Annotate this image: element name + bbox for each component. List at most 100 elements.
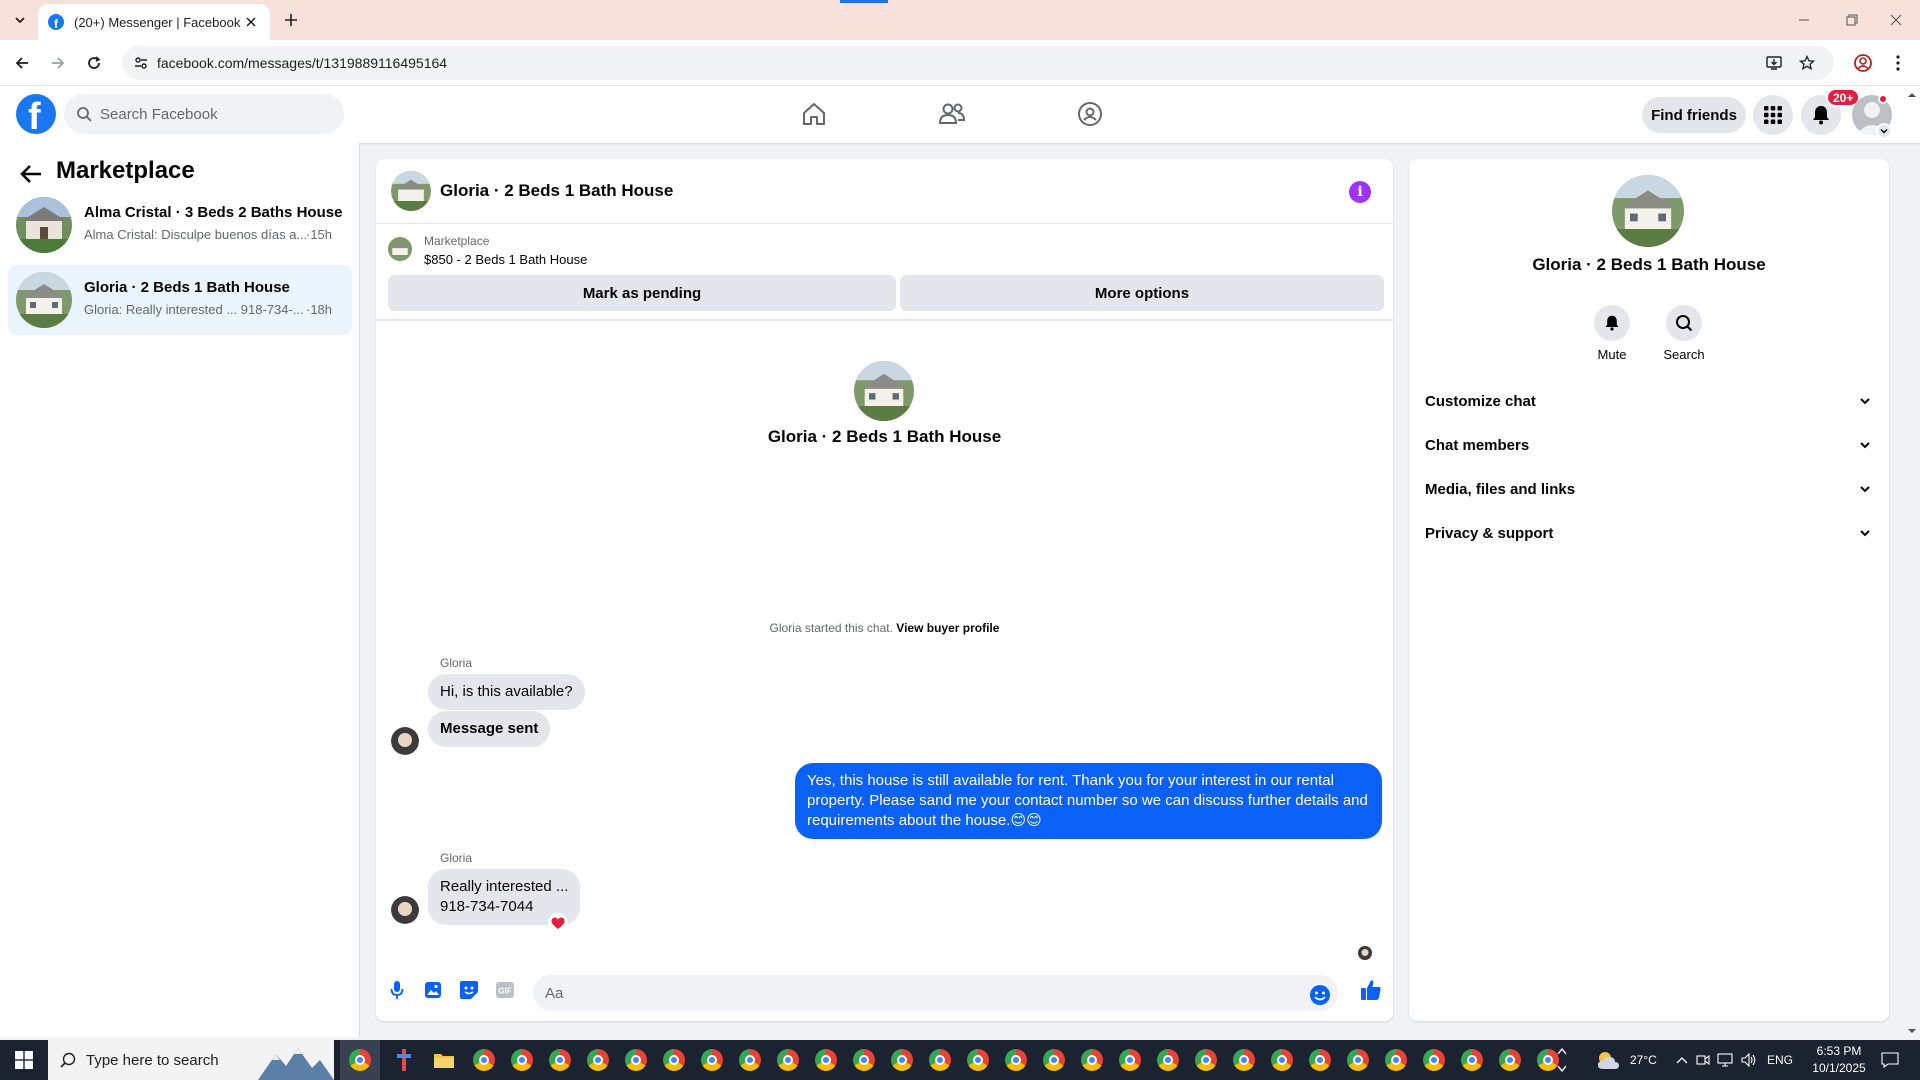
network-icon[interactable] — [1716, 1046, 1734, 1074]
tab-close-icon[interactable] — [242, 13, 260, 31]
message-input[interactable]: Aa — [533, 975, 1338, 1011]
sticker-icon[interactable] — [457, 978, 481, 1002]
meet-now-icon[interactable] — [1694, 1046, 1712, 1074]
emoji-icon[interactable] — [1309, 984, 1331, 1006]
gif-icon[interactable]: GIF — [493, 978, 517, 1002]
thumbs-up-icon[interactable] — [1359, 978, 1383, 1002]
taskbar-chrome-icon[interactable] — [346, 1046, 374, 1074]
gloria-avatar[interactable] — [391, 727, 419, 755]
minimize-icon[interactable] — [1792, 8, 1816, 32]
taskbar-chrome-icon[interactable] — [1154, 1046, 1182, 1074]
taskbar-chrome-icon[interactable] — [470, 1046, 498, 1074]
tray-expand-icon[interactable] — [1674, 1046, 1690, 1074]
facebook-search-input[interactable]: Search Facebook — [64, 94, 344, 134]
back-arrow-icon[interactable] — [18, 161, 44, 187]
clock-time[interactable]: 6:53 PM — [1810, 1044, 1868, 1058]
file-explorer-icon[interactable] — [430, 1046, 458, 1074]
taskbar-chrome-icon[interactable] — [622, 1046, 650, 1074]
taskbar-chrome-icon[interactable] — [1344, 1046, 1372, 1074]
weather-icon[interactable] — [1594, 1046, 1622, 1074]
back-arrow-icon[interactable] — [10, 51, 34, 75]
action-center-icon[interactable] — [1876, 1046, 1904, 1074]
chat-title[interactable]: Gloria · 2 Beds 1 Bath House — [440, 181, 673, 201]
chat-house-thumbnail[interactable] — [391, 171, 431, 211]
conversation-item-alma[interactable]: Alma Cristal · 3 Beds 2 Baths House Alma… — [8, 190, 352, 260]
listing-bar: Marketplace $850 - 2 Beds 1 Bath House M… — [376, 225, 1393, 321]
taskbar-chrome-icon[interactable] — [1078, 1046, 1106, 1074]
clock-date[interactable]: 10/1/2025 — [1810, 1061, 1868, 1075]
chat-members-section[interactable]: Chat members — [1425, 425, 1873, 465]
search-in-chat-button[interactable]: Search — [1654, 305, 1714, 362]
bookmark-star-icon[interactable] — [1798, 54, 1816, 72]
menu-grid-button[interactable] — [1753, 95, 1793, 135]
taskbar-chrome-icon[interactable] — [888, 1046, 916, 1074]
address-bar[interactable]: facebook.com/messages/t/1319889116495164 — [122, 46, 1834, 80]
taskbar-overflow-arrows-icon[interactable] — [1554, 1044, 1570, 1076]
taskbar-chrome-icon[interactable] — [1496, 1046, 1524, 1074]
taskbar-chrome-icon[interactable] — [964, 1046, 992, 1074]
taskbar-chrome-icon[interactable] — [736, 1046, 764, 1074]
microphone-icon[interactable] — [385, 978, 409, 1002]
taskbar-chrome-icon[interactable] — [698, 1046, 726, 1074]
groups-nav-button[interactable] — [1062, 94, 1118, 134]
browser-tab-messenger[interactable]: f (20+) Messenger | Facebook — [38, 4, 270, 40]
photo-icon[interactable] — [421, 978, 445, 1002]
media-files-links-section[interactable]: Media, files and links — [1425, 469, 1873, 509]
privacy-support-section[interactable]: Privacy & support — [1425, 513, 1873, 553]
conversation-time: ·18h — [306, 302, 333, 317]
incoming-message-bubble[interactable]: Hi, is this available? — [428, 674, 585, 710]
install-app-icon[interactable] — [1765, 54, 1783, 72]
taskbar-chrome-icon[interactable] — [926, 1046, 954, 1074]
taskbar-chrome-icon[interactable] — [508, 1046, 536, 1074]
browser-profile-icon[interactable] — [1850, 50, 1876, 76]
heart-reaction-icon[interactable] — [548, 913, 568, 933]
scroll-up-arrow-icon[interactable] — [1905, 88, 1919, 102]
windows-start-icon[interactable] — [0, 1040, 48, 1080]
taskbar-chrome-icon[interactable] — [1306, 1046, 1334, 1074]
reload-icon[interactable] — [82, 51, 106, 75]
scroll-down-arrow-icon[interactable] — [1905, 1024, 1919, 1038]
volume-icon[interactable] — [1740, 1046, 1758, 1074]
gloria-avatar[interactable] — [391, 896, 419, 924]
outgoing-message-bubble[interactable]: Yes, this house is still available for r… — [795, 763, 1382, 839]
conversation-item-gloria[interactable]: Gloria · 2 Beds 1 Bath House Gloria: Rea… — [8, 265, 352, 335]
site-settings-icon[interactable] — [132, 54, 150, 72]
language-indicator[interactable]: ENG — [1767, 1053, 1793, 1067]
taskbar-chrome-icon[interactable] — [546, 1046, 574, 1074]
incoming-message-bubble[interactable]: Message sent — [428, 711, 551, 747]
taskbar-chrome-icon[interactable] — [1382, 1046, 1410, 1074]
view-buyer-profile-link[interactable]: View buyer profile — [896, 621, 999, 635]
find-friends-button[interactable]: Find friends — [1642, 97, 1746, 133]
window-close-icon[interactable] — [1884, 8, 1908, 32]
listing-price-title[interactable]: $850 - 2 Beds 1 Bath House — [424, 252, 587, 267]
taskbar-app-icon[interactable] — [390, 1046, 418, 1074]
taskbar-chrome-icon[interactable] — [812, 1046, 840, 1074]
taskbar-chrome-icon[interactable] — [584, 1046, 612, 1074]
home-nav-button[interactable] — [786, 94, 842, 134]
forward-arrow-icon[interactable] — [46, 51, 70, 75]
facebook-logo[interactable]: f — [16, 94, 56, 134]
taskbar-chrome-icon[interactable] — [774, 1046, 802, 1074]
taskbar-chrome-icon[interactable] — [1420, 1046, 1448, 1074]
taskbar-chrome-icon[interactable] — [850, 1046, 878, 1074]
taskbar-chrome-icon[interactable] — [1230, 1046, 1258, 1074]
mark-pending-button[interactable]: Mark as pending — [388, 275, 896, 311]
customize-chat-section[interactable]: Customize chat — [1425, 381, 1873, 421]
info-icon[interactable]: i — [1349, 181, 1371, 203]
friends-nav-button[interactable] — [924, 94, 980, 134]
taskbar-chrome-icon[interactable] — [1002, 1046, 1030, 1074]
mute-button[interactable]: Mute — [1582, 305, 1642, 362]
taskbar-chrome-icon[interactable] — [1458, 1046, 1486, 1074]
taskbar-chrome-icon[interactable] — [1040, 1046, 1068, 1074]
restore-icon[interactable] — [1840, 8, 1864, 32]
browser-menu-icon[interactable] — [1888, 50, 1908, 76]
new-tab-button[interactable] — [280, 9, 302, 31]
tab-search-chevron-icon[interactable] — [8, 8, 32, 32]
taskbar-chrome-icon[interactable] — [1268, 1046, 1296, 1074]
taskbar-chrome-icon[interactable] — [1192, 1046, 1220, 1074]
taskbar-search-input[interactable]: Type here to search — [48, 1040, 334, 1080]
taskbar-chrome-icon[interactable] — [660, 1046, 688, 1074]
taskbar-chrome-icon[interactable] — [1116, 1046, 1144, 1074]
more-options-button[interactable]: More options — [900, 275, 1384, 311]
account-chevron-icon[interactable] — [1876, 123, 1892, 139]
